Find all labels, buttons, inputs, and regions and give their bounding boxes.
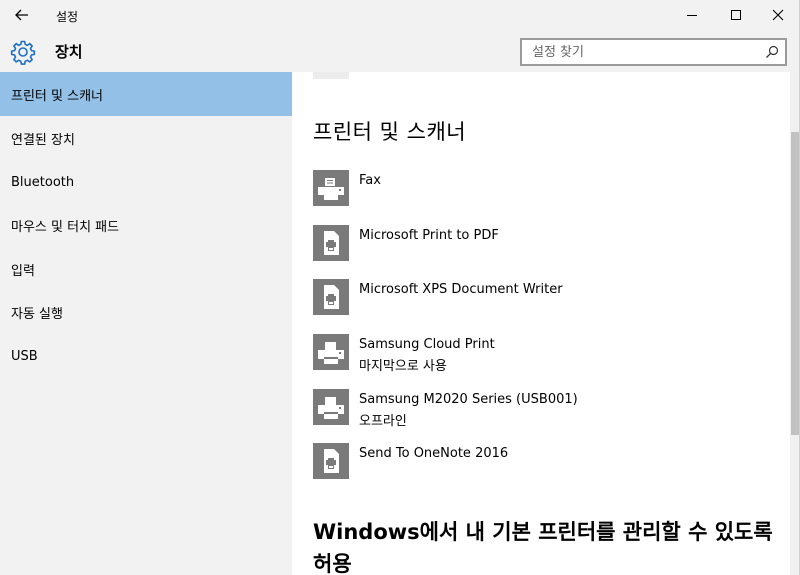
add-device-icon-partial[interactable]: [313, 72, 349, 79]
sidebar-item-typing[interactable]: 입력: [0, 247, 292, 291]
search-box[interactable]: [520, 38, 787, 66]
sidebar: 프린터 및 스캐너 연결된 장치 Bluetooth 마우스 및 터치 패드 입…: [0, 72, 292, 575]
sidebar-item-label: 마우스 및 터치 패드: [11, 219, 120, 235]
device-name: Samsung Cloud Print: [359, 337, 495, 352]
device-name: Samsung M2020 Series (USB001): [359, 392, 578, 407]
fax-printer-icon: [313, 170, 349, 206]
header: 장치: [0, 30, 800, 72]
sidebar-item-label: Bluetooth: [11, 174, 75, 190]
device-item-samsung-m2020[interactable]: Samsung M2020 Series (USB001) 오프라인: [313, 389, 773, 437]
device-item-samsung-cloud-print[interactable]: Samsung Cloud Print 마지막으로 사용: [313, 334, 773, 382]
title-bar: 설정: [0, 0, 800, 30]
maximize-button[interactable]: [716, 0, 756, 30]
device-name: Microsoft Print to PDF: [359, 228, 499, 243]
sidebar-item-autoplay[interactable]: 자동 실행: [0, 290, 292, 334]
minimize-button[interactable]: [672, 0, 712, 30]
close-button[interactable]: [758, 0, 798, 30]
back-arrow-icon: [15, 9, 28, 21]
search-input[interactable]: [522, 40, 752, 64]
page-title: 장치: [55, 43, 83, 61]
sidebar-item-mouse-touchpad[interactable]: 마우스 및 터치 패드: [0, 203, 292, 247]
default-printer-heading: Windows에서 내 기본 프린터를 관리할 수 있도록 허용: [313, 520, 773, 575]
device-item-xps-writer[interactable]: Microsoft XPS Document Writer: [313, 279, 773, 327]
gear-icon: [10, 40, 36, 65]
sidebar-item-bluetooth[interactable]: Bluetooth: [0, 160, 292, 204]
device-item-print-to-pdf[interactable]: Microsoft Print to PDF: [313, 225, 773, 273]
device-name: Fax: [359, 173, 381, 188]
document-printer-icon: [313, 443, 349, 479]
device-status: 마지막으로 사용: [359, 359, 447, 374]
sidebar-item-connected-devices[interactable]: 연결된 장치: [0, 116, 292, 160]
section-title: 프린터 및 스캐너: [313, 120, 467, 144]
window-title: 설정: [56, 10, 79, 24]
sidebar-item-label: 프린터 및 스캐너: [11, 88, 103, 104]
sidebar-item-label: USB: [11, 348, 38, 364]
device-status: 오프라인: [359, 414, 407, 429]
sidebar-item-label: 입력: [11, 263, 35, 279]
sidebar-item-usb[interactable]: USB: [0, 334, 292, 378]
back-button[interactable]: [8, 4, 36, 26]
document-printer-icon: [313, 279, 349, 315]
device-name: Send To OneNote 2016: [359, 446, 509, 461]
sidebar-item-label: 자동 실행: [11, 306, 63, 322]
device-name: Microsoft XPS Document Writer: [359, 282, 563, 297]
printer-icon: [313, 389, 349, 425]
search-icon[interactable]: [765, 45, 779, 59]
scrollbar-thumb[interactable]: [791, 132, 799, 435]
device-item-send-to-onenote[interactable]: Send To OneNote 2016: [313, 443, 773, 491]
sidebar-item-printers-scanners[interactable]: 프린터 및 스캐너: [0, 72, 292, 116]
document-printer-icon: [313, 225, 349, 261]
printer-icon: [313, 334, 349, 370]
maximize-icon: [731, 10, 741, 20]
minimize-icon: [687, 15, 697, 16]
sidebar-item-label: 연결된 장치: [11, 132, 75, 148]
device-item-fax[interactable]: Fax: [313, 170, 773, 218]
close-icon: [772, 9, 784, 21]
main-content: 프린터 및 스캐너 Fax Microsoft Print to PDF Mic…: [292, 72, 790, 575]
